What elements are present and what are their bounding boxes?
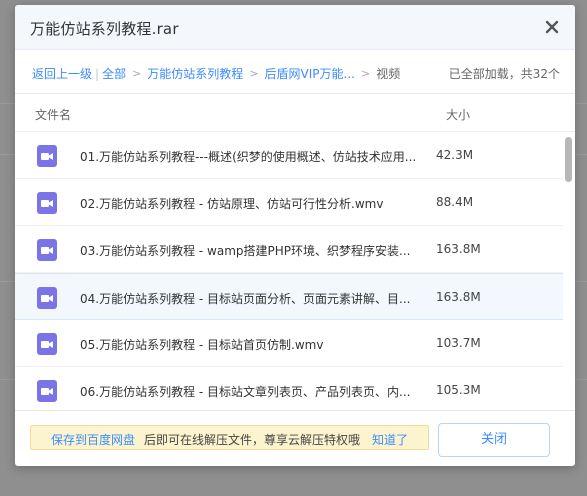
file-size: 42.3M — [436, 148, 474, 162]
save-notice-banner: 保存到百度网盘 后即可在线解压文件，尊享云解压特权哦 知道了 — [30, 425, 429, 450]
chevron-right-icon: > — [249, 67, 259, 80]
file-name: 04.万能仿站系列教程 - 目标站页面分析、页面元素讲解、目... — [80, 292, 411, 306]
list-header: 文件名 大小 — [15, 94, 575, 132]
breadcrumb-all[interactable]: 全部 — [102, 65, 126, 82]
dialog-title-bar: 万能仿站系列教程.rar — [15, 5, 575, 50]
file-name: 05.万能仿站系列教程 - 目标站首页仿制.wmv — [80, 338, 324, 352]
video-file-icon — [37, 145, 57, 167]
file-row[interactable]: 05.万能仿站系列教程 - 目标站首页仿制.wmv 103.7M — [15, 320, 563, 367]
file-row[interactable]: 04.万能仿站系列教程 - 目标站页面分析、页面元素讲解、目... 163.8M — [15, 273, 563, 320]
scrollbar[interactable] — [563, 132, 575, 410]
file-name: 06.万能仿站系列教程 - 目标站文章列表页、产品列表页、内... — [80, 385, 411, 399]
file-row[interactable]: 02.万能仿站系列教程 - 仿站原理、仿站可行性分析.wmv 88.4M — [15, 179, 563, 226]
dismiss-notice-link[interactable]: 知道了 — [372, 431, 408, 448]
file-list[interactable]: 01.万能仿站系列教程---概述(织梦的使用概述、仿站技术应用... 42.3M… — [15, 132, 563, 410]
chevron-right-icon: > — [360, 67, 371, 80]
archive-preview-dialog: 万能仿站系列教程.rar 返回上一级 | 全部 > 万能仿站系列教程 > 后盾网… — [15, 5, 575, 466]
file-name: 02.万能仿站系列教程 - 仿站原理、仿站可行性分析.wmv — [80, 197, 384, 211]
save-to-netdisk-link[interactable]: 保存到百度网盘 — [51, 431, 135, 448]
dialog-title: 万能仿站系列教程.rar — [30, 20, 179, 38]
column-header-size[interactable]: 大小 — [446, 106, 470, 123]
file-size: 163.8M — [436, 242, 481, 256]
file-size: 103.7M — [436, 336, 481, 350]
file-name: 01.万能仿站系列教程---概述(织梦的使用概述、仿站技术应用... — [80, 150, 417, 164]
video-file-icon — [37, 380, 57, 402]
close-icon[interactable] — [543, 18, 561, 36]
notice-text: 后即可在线解压文件，尊享云解压特权哦 — [144, 433, 361, 447]
video-file-icon — [37, 239, 57, 261]
file-name: 03.万能仿站系列教程 - wamp搭建PHP环境、织梦程序安装... — [80, 244, 411, 258]
file-size: 105.3M — [436, 383, 481, 397]
close-button[interactable]: 关闭 — [438, 423, 550, 457]
scrollbar-thumb[interactable] — [565, 137, 572, 182]
breadcrumb-level1[interactable]: 万能仿站系列教程 — [147, 65, 243, 82]
video-file-icon — [37, 287, 57, 309]
file-row[interactable]: 01.万能仿站系列教程---概述(织梦的使用概述、仿站技术应用... 42.3M — [15, 132, 563, 179]
breadcrumb-level2[interactable]: 后盾网VIP万能... — [265, 65, 355, 82]
file-size: 88.4M — [436, 195, 474, 209]
chevron-right-icon: > — [132, 67, 142, 80]
file-size: 163.8M — [436, 290, 481, 304]
video-file-icon — [37, 333, 57, 355]
video-file-icon — [37, 192, 57, 214]
file-row[interactable]: 06.万能仿站系列教程 - 目标站文章列表页、产品列表页、内... 105.3M — [15, 367, 563, 410]
breadcrumb-current: 视频 — [376, 67, 401, 81]
breadcrumb: 返回上一级 | 全部 > 万能仿站系列教程 > 后盾网VIP万能... > 视频 — [32, 65, 400, 82]
back-link[interactable]: 返回上一级 — [32, 65, 92, 82]
column-header-name[interactable]: 文件名 — [35, 106, 71, 123]
file-row[interactable]: 03.万能仿站系列教程 - wamp搭建PHP环境、织梦程序安装... 163.… — [15, 226, 563, 273]
dialog-footer: 保存到百度网盘 后即可在线解压文件，尊享云解压特权哦 知道了 关闭 — [15, 410, 575, 466]
breadcrumb-divider: | — [95, 66, 100, 81]
breadcrumb-bar: 返回上一级 | 全部 > 万能仿站系列教程 > 后盾网VIP万能... > 视频… — [15, 50, 575, 94]
load-status: 已全部加载，共32个 — [448, 67, 560, 81]
